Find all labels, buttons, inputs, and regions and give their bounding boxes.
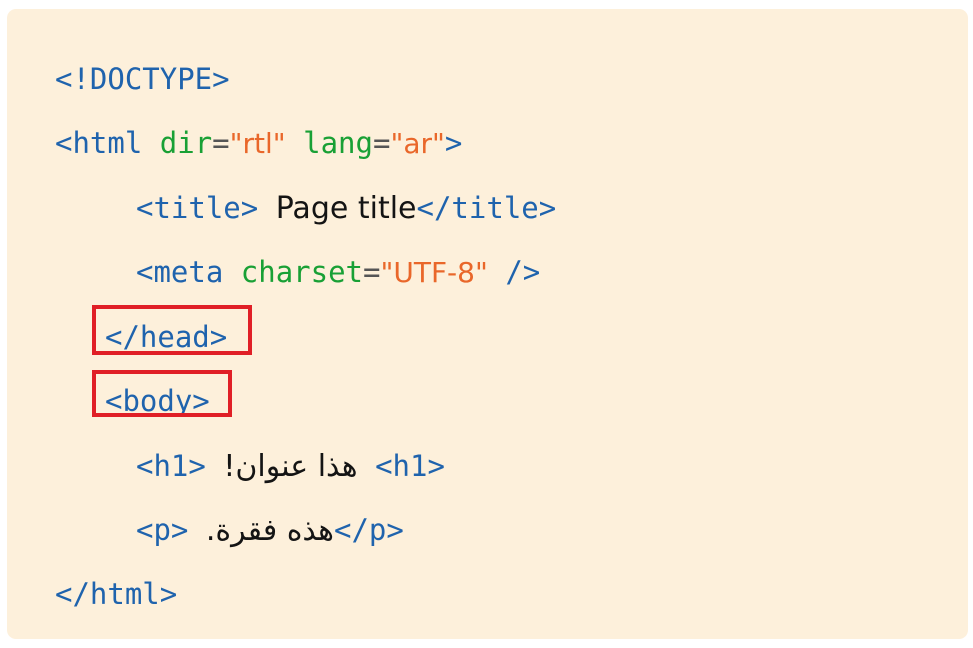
attr-lang-equals: = bbox=[372, 126, 391, 160]
p-close-tag: </p> bbox=[334, 513, 404, 547]
doctype-tag: <!DOCTYPE> bbox=[55, 62, 230, 96]
attr-dir: dir bbox=[159, 126, 213, 160]
code-line-html-open: <html dir="rtl" lang="ar"> bbox=[55, 119, 462, 167]
head-close-highlight-box bbox=[92, 305, 252, 355]
code-line-p: <p> هذه فقرة.</p> bbox=[136, 506, 404, 554]
code-line-title: <title> Page title</title> bbox=[136, 184, 556, 232]
attr-lang-value: "ar" bbox=[390, 127, 445, 160]
attr-dir-value: "rtl" bbox=[229, 127, 286, 160]
title-open-tag: <title> bbox=[136, 191, 259, 225]
code-line-h1: <h1> هذا عنوان! <h1> bbox=[136, 442, 445, 490]
meta-tag-end: /> bbox=[505, 255, 541, 289]
attr-charset-equals: = bbox=[363, 255, 381, 289]
meta-tag-start: <meta bbox=[136, 255, 224, 289]
attr-charset-value: "UTF-8" bbox=[380, 256, 488, 289]
title-text: Page title bbox=[275, 191, 417, 226]
html-close-tag: </html> bbox=[55, 577, 178, 611]
h1-text: هذا عنوان! bbox=[223, 449, 358, 484]
h1-close-tag: <h1> bbox=[375, 449, 445, 483]
attr-charset: charset bbox=[240, 255, 363, 289]
h1-open-tag: <h1> bbox=[136, 449, 206, 483]
code-line-html-close: </html> bbox=[55, 570, 177, 618]
p-open-tag: <p> bbox=[136, 513, 189, 547]
code-line-meta: <meta charset="UTF-8" /> bbox=[136, 248, 540, 296]
html-tag-start: <html bbox=[55, 126, 143, 160]
title-close-tag: </title> bbox=[416, 191, 557, 225]
code-line-doctype: <!DOCTYPE> bbox=[55, 55, 230, 103]
html-tag-end: > bbox=[444, 126, 463, 160]
attr-lang: lang bbox=[303, 126, 373, 160]
attr-dir-equals: = bbox=[212, 126, 230, 160]
p-text: هذه فقرة. bbox=[205, 513, 335, 548]
body-open-highlight-box bbox=[92, 370, 232, 417]
